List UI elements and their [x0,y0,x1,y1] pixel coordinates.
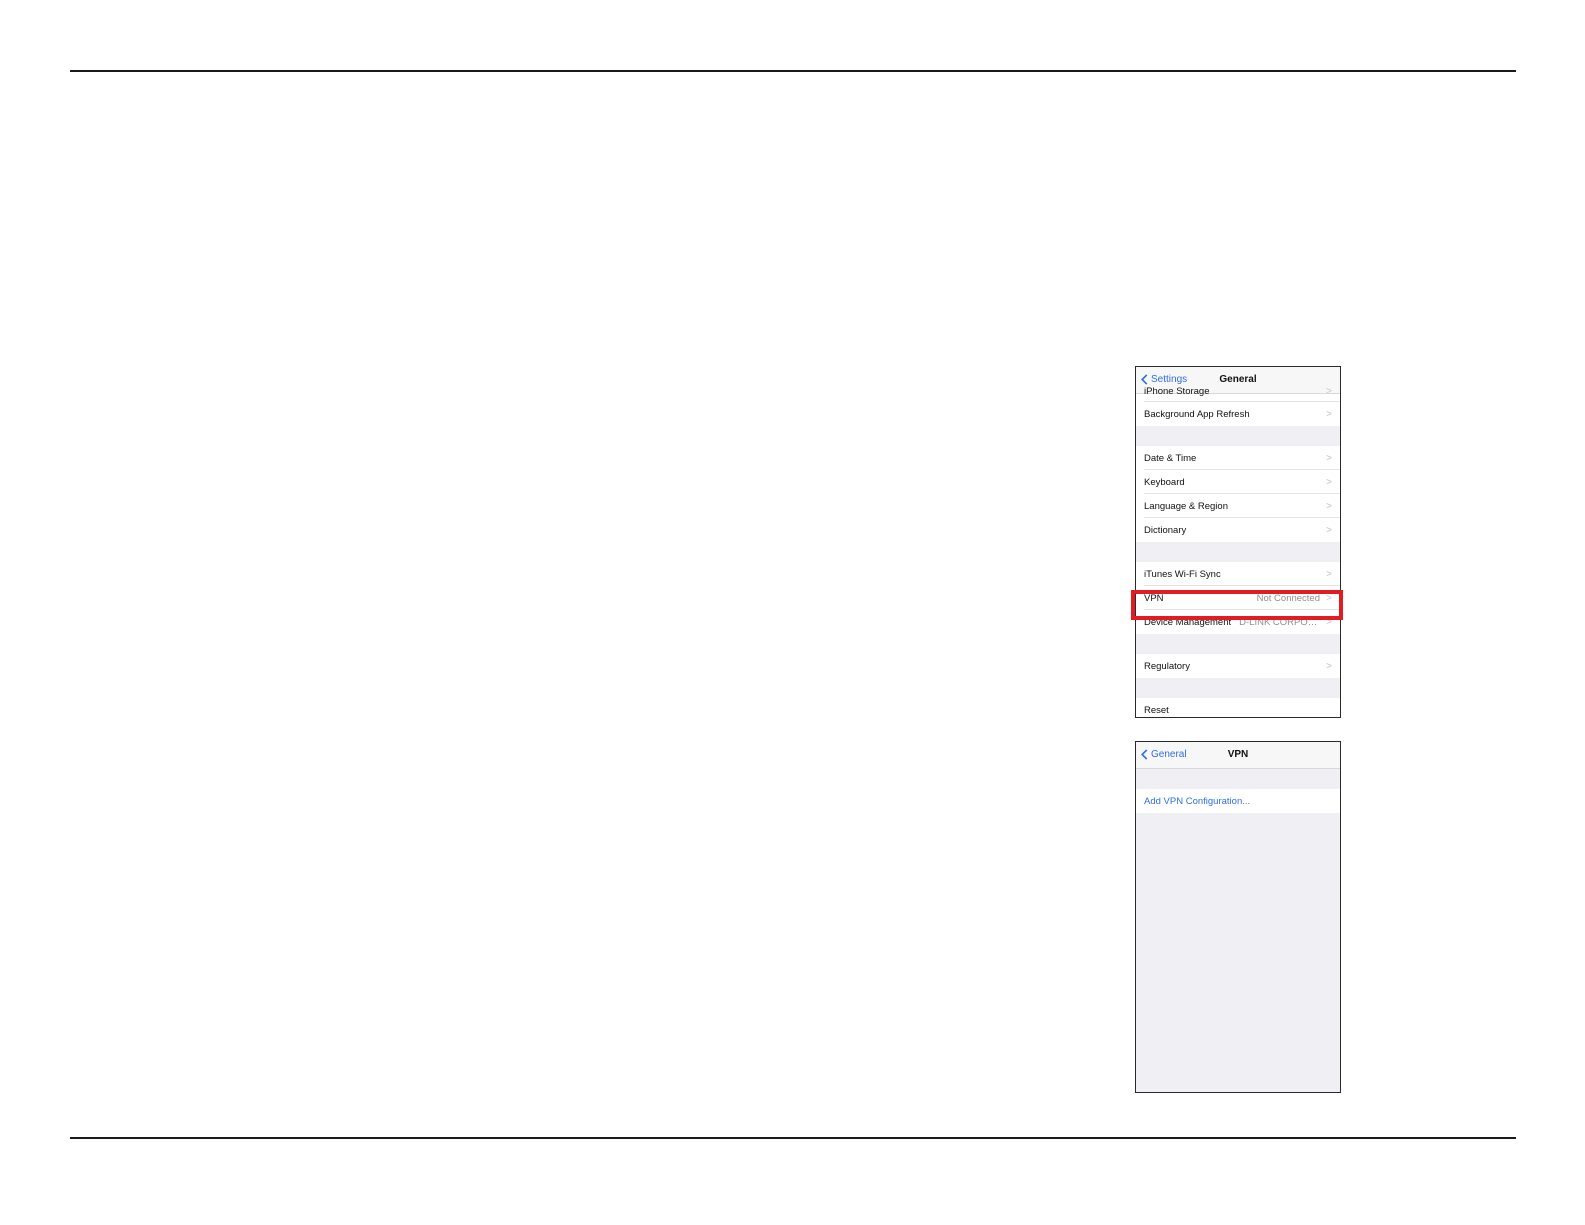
page-title: General [1219,374,1257,385]
row-label: Date & Time [1144,452,1197,464]
top-rule [70,70,1516,72]
settings-row-itunes-wifi-sync[interactable]: iTunes Wi-Fi Sync > [1136,562,1340,586]
row-label: Reset [1144,705,1169,716]
settings-row-regulatory[interactable]: Regulatory > [1136,654,1340,678]
chevron-right-icon: > [1326,476,1332,488]
settings-group: Reset [1136,698,1340,717]
chevron-right-icon: > [1326,500,1332,512]
chevron-right-icon: > [1326,408,1332,420]
section-gap [1136,678,1340,698]
settings-group: Regulatory > [1136,654,1340,678]
settings-group: iPhone Storage > Background App Refresh … [1136,386,1340,426]
general-settings-screenshot: Settings General iPhone Storage > Backgr… [1135,366,1341,718]
add-vpn-configuration-label: Add VPN Configuration... [1144,795,1251,807]
settings-group: Date & Time > Keyboard > Language & Regi… [1136,446,1340,542]
settings-row-language-region[interactable]: Language & Region > [1136,494,1340,518]
section-gap [1136,769,1340,789]
row-label: Regulatory [1144,660,1190,672]
chevron-right-icon: > [1326,524,1332,536]
settings-row-keyboard[interactable]: Keyboard > [1136,470,1340,494]
chevron-right-icon: > [1326,568,1332,580]
vpn-group: Add VPN Configuration... [1136,789,1340,813]
chevron-right-icon: > [1326,386,1332,397]
row-label: Dictionary [1144,524,1187,536]
vpn-settings-screenshot: General VPN Add VPN Configuration... [1135,741,1341,1093]
section-gap [1136,634,1340,654]
row-label: Background App Refresh [1144,408,1250,420]
row-label: iTunes Wi-Fi Sync [1144,568,1221,580]
settings-row-background-app-refresh[interactable]: Background App Refresh > [1136,402,1340,426]
add-vpn-configuration-button[interactable]: Add VPN Configuration... [1136,789,1340,813]
vpn-highlight-box [1131,590,1343,620]
section-gap [1136,542,1340,562]
row-label: Language & Region [1144,500,1228,512]
bottom-rule [70,1137,1516,1139]
row-label: Keyboard [1144,476,1185,488]
chevron-right-icon: > [1326,660,1332,672]
page-title: VPN [1227,749,1249,760]
settings-row-dictionary[interactable]: Dictionary > [1136,518,1340,542]
row-label: iPhone Storage [1144,386,1210,397]
settings-row-date-time[interactable]: Date & Time > [1136,446,1340,470]
nav-bar: General VPN [1136,742,1340,769]
section-gap [1136,426,1340,446]
settings-row-reset[interactable]: Reset [1136,698,1340,717]
settings-row-iphone-storage[interactable]: iPhone Storage > [1136,386,1340,402]
chevron-right-icon: > [1326,452,1332,464]
